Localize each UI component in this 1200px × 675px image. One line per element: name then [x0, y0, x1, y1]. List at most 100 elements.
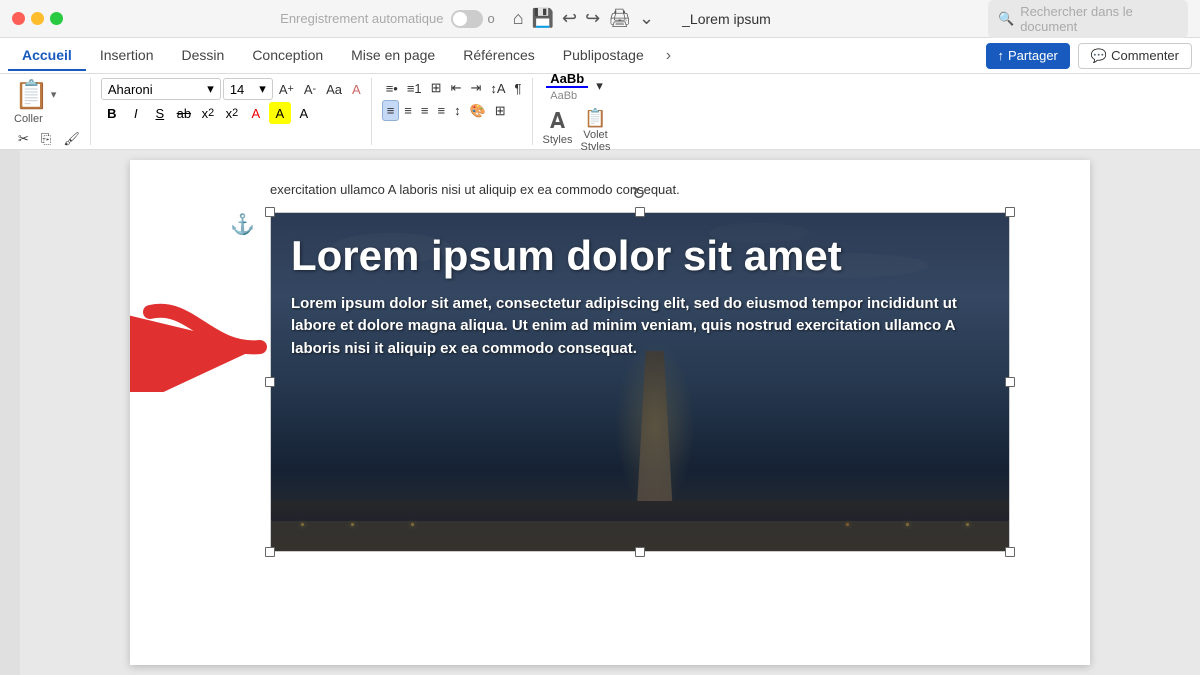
paste-icon[interactable]: 📋 [14, 78, 49, 111]
paste-area: 📋 ▾ [14, 78, 56, 111]
title-bar-center: Enregistrement automatique o ⌂ 💾 ↩ ↪ 🖨 ⌄… [71, 8, 980, 29]
volet-label: Volet [583, 129, 607, 141]
tab-conception[interactable]: Conception [238, 41, 337, 71]
style-heading-preview: AaBb [546, 71, 588, 88]
italic-button[interactable]: I [125, 102, 147, 124]
styles-section: AaBb AaBb ▾ 𝐀 Styles 📋 Volet Styles [537, 78, 617, 145]
tab-references[interactable]: Références [449, 41, 549, 71]
copy-button[interactable]: ⎘ [37, 129, 55, 149]
handle-mid-right[interactable] [1005, 377, 1015, 387]
customize-icon[interactable]: ⌄ [639, 8, 654, 29]
multilevel-button[interactable]: ⊞ [427, 78, 446, 98]
image-title: Lorem ipsum dolor sit amet [291, 233, 989, 279]
font-family-dropdown[interactable]: Aharoni ▾ [101, 78, 221, 100]
font-size-chevron: ▾ [259, 81, 266, 97]
underline-button[interactable]: S [149, 102, 171, 124]
decrease-indent-button[interactable]: ⇤ [447, 78, 466, 98]
align-left-button[interactable]: ≡ [382, 100, 400, 121]
save-icon[interactable]: 💾 [532, 8, 554, 29]
print-icon[interactable]: 🖨 [608, 8, 631, 29]
paragraph-section: ≡• ≡1 ⊞ ⇤ ⇥ ↕A ¶ ≡ ≡ ≡ ≡ ↕ 🎨 ⊞ [376, 78, 533, 145]
handle-top-right[interactable] [1005, 207, 1015, 217]
home-icon[interactable]: ⌂ [513, 8, 524, 29]
handle-bot-right[interactable] [1005, 547, 1015, 557]
font-case-button[interactable]: Aa [322, 80, 346, 99]
traffic-lights [12, 12, 63, 25]
font-size-value: 14 [230, 82, 244, 97]
para-row-1: ≡• ≡1 ⊞ ⇤ ⇥ ↕A ¶ [382, 78, 526, 98]
cut-button[interactable]: ✂ [14, 129, 33, 149]
align-center-button[interactable]: ≡ [400, 101, 416, 120]
styles-icon[interactable]: 𝐀 [550, 108, 565, 134]
font-row-1: Aharoni ▾ 14 ▾ A+ A- Aa A [101, 78, 365, 100]
clipboard-section: 📋 ▾ Coller ✂ ⎘ 🖌 [8, 78, 91, 145]
search-bar[interactable]: 🔍 Rechercher dans le document [988, 0, 1188, 38]
sort-button[interactable]: ↕A [486, 79, 509, 98]
align-right-button[interactable]: ≡ [417, 101, 433, 120]
borders-button[interactable]: ⊞ [491, 101, 510, 121]
handle-bot-mid[interactable] [635, 547, 645, 557]
subscript-button[interactable]: x2 [197, 102, 219, 124]
handle-top-left[interactable] [265, 207, 275, 217]
bullets-button[interactable]: ≡• [382, 79, 402, 98]
more-tabs-icon[interactable]: › [658, 43, 679, 69]
autosave-value: o [487, 11, 494, 26]
shading-button[interactable]: 🎨 [466, 101, 490, 121]
decrease-font-button[interactable]: A- [300, 80, 320, 99]
title-bar: Enregistrement automatique o ⌂ 💾 ↩ ↪ 🖨 ⌄… [0, 0, 1200, 38]
increase-indent-button[interactable]: ⇥ [466, 78, 485, 98]
styles-more-button[interactable]: ▾ [592, 76, 607, 96]
image-wrapper: ⚓ [270, 212, 1050, 557]
handle-bot-left[interactable] [265, 547, 275, 557]
image-body: Lorem ipsum dolor sit amet, consectetur … [291, 293, 989, 361]
rotate-handle[interactable]: ↻ [632, 184, 648, 200]
tab-accueil[interactable]: Accueil [8, 41, 86, 71]
doc-title: _Lorem ipsum [682, 11, 771, 27]
tab-publipostage[interactable]: Publipostage [549, 41, 658, 71]
superscript-button[interactable]: x2 [221, 102, 243, 124]
format-painter-button[interactable]: 🖌 [59, 129, 84, 149]
maximize-button[interactable] [50, 12, 63, 25]
undo-icon[interactable]: ↩ [562, 8, 577, 29]
font-section: Aharoni ▾ 14 ▾ A+ A- Aa A B I S ab x2 x2… [95, 78, 372, 145]
styles-label: Styles [543, 134, 573, 146]
tab-mise-en-page[interactable]: Mise en page [337, 41, 449, 71]
font-family-value: Aharoni [108, 82, 153, 97]
font-color-button[interactable]: A [245, 102, 267, 124]
font-size-dropdown[interactable]: 14 ▾ [223, 78, 273, 100]
handle-top-mid[interactable] [635, 207, 645, 217]
strikethrough-button[interactable]: ab [173, 102, 195, 124]
pre-text: exercitation ullamco A laboris nisi ut a… [270, 180, 1050, 200]
red-arrow-container [130, 292, 280, 392]
clear-format-button[interactable]: A [348, 80, 365, 99]
page: exercitation ullamco A laboris nisi ut a… [130, 160, 1090, 665]
image-text-content: Lorem ipsum dolor sit amet Lorem ipsum d… [291, 233, 989, 531]
show-marks-button[interactable]: ¶ [511, 79, 526, 98]
redo-icon[interactable]: ↪ [585, 8, 600, 29]
text-color-button[interactable]: A [293, 102, 315, 124]
increase-font-button[interactable]: A+ [275, 80, 298, 99]
volet-styles-icon[interactable]: 📋 [584, 108, 606, 129]
autosave-toggle[interactable]: o [451, 10, 494, 28]
image-block-wrapper[interactable]: ↻ [270, 212, 1010, 552]
search-placeholder: Rechercher dans le document [1020, 4, 1178, 34]
share-button[interactable]: ↑ Partager [986, 43, 1070, 69]
paste-label: Coller [14, 113, 43, 125]
comment-button[interactable]: 💬 Commenter [1078, 43, 1192, 69]
font-row-2: B I S ab x2 x2 A A A [101, 102, 315, 124]
highlight-button[interactable]: A [269, 102, 291, 124]
tab-insertion[interactable]: Insertion [86, 41, 168, 71]
main-area: exercitation ullamco A laboris nisi ut a… [0, 150, 1200, 675]
para-row-2: ≡ ≡ ≡ ≡ ↕ 🎨 ⊞ [382, 100, 510, 121]
numbering-button[interactable]: ≡1 [403, 79, 426, 98]
line-spacing-button[interactable]: ↕ [450, 101, 465, 120]
close-button[interactable] [12, 12, 25, 25]
style-normal-preview: AaBb [546, 90, 588, 102]
bold-button[interactable]: B [101, 102, 123, 124]
minimize-button[interactable] [31, 12, 44, 25]
justify-button[interactable]: ≡ [433, 101, 449, 120]
share-icon: ↑ [998, 48, 1005, 63]
toolbar: 📋 ▾ Coller ✂ ⎘ 🖌 Aharoni ▾ 14 ▾ A+ A- Aa… [0, 74, 1200, 150]
tab-dessin[interactable]: Dessin [168, 41, 239, 71]
paste-chevron[interactable]: ▾ [51, 88, 57, 101]
